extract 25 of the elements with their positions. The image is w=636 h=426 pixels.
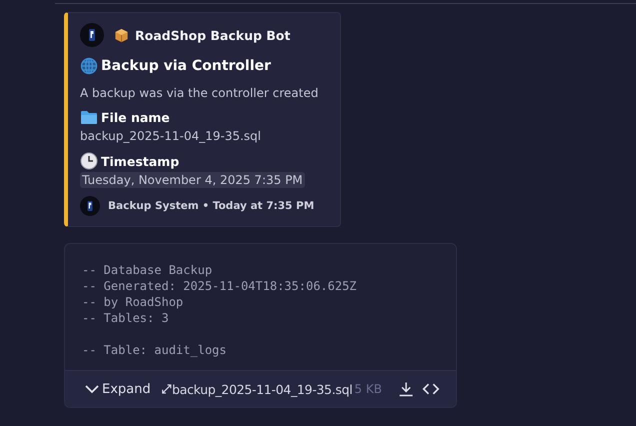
embed-title: Backup via Controller [101, 58, 271, 74]
field-name: Timestamp [101, 154, 180, 168]
footer-text: Backup System • Today at 7:35 PM [108, 200, 314, 212]
file-size: 5 KB [354, 382, 382, 396]
package-icon [114, 28, 129, 42]
code-line: -- Generated: 2025-11-04T18:35:06.625Z [82, 278, 358, 294]
folder-icon [80, 109, 98, 125]
chevron-down-icon [85, 384, 99, 394]
field-value: backup_2025-11-04_19-35.sql [80, 129, 262, 143]
timestamp: Tuesday, November 4, 2025 7:35 PM [80, 172, 305, 188]
code-line: -- by RoadShop [82, 294, 184, 310]
embed-description: A backup was via the controller created [80, 86, 320, 100]
avatar-icon [80, 196, 100, 216]
code-line: -- Database Backup [82, 262, 214, 278]
field-name: File name [101, 110, 170, 124]
expand-arrows-icon[interactable] [160, 382, 172, 396]
file-name-link[interactable]: backup_2025-11-04_19-35.sql [172, 382, 352, 396]
code-icon[interactable] [422, 381, 440, 397]
avatar-icon [80, 23, 104, 47]
author-name[interactable]: RoadShop Backup Bot [135, 28, 290, 42]
expand-button[interactable]: Expand [85, 382, 151, 396]
clock-icon [80, 152, 98, 170]
code-line: -- Table: audit_logs [82, 342, 228, 358]
globe-icon [80, 57, 98, 75]
code-line: -- Tables: 3 [82, 310, 170, 326]
